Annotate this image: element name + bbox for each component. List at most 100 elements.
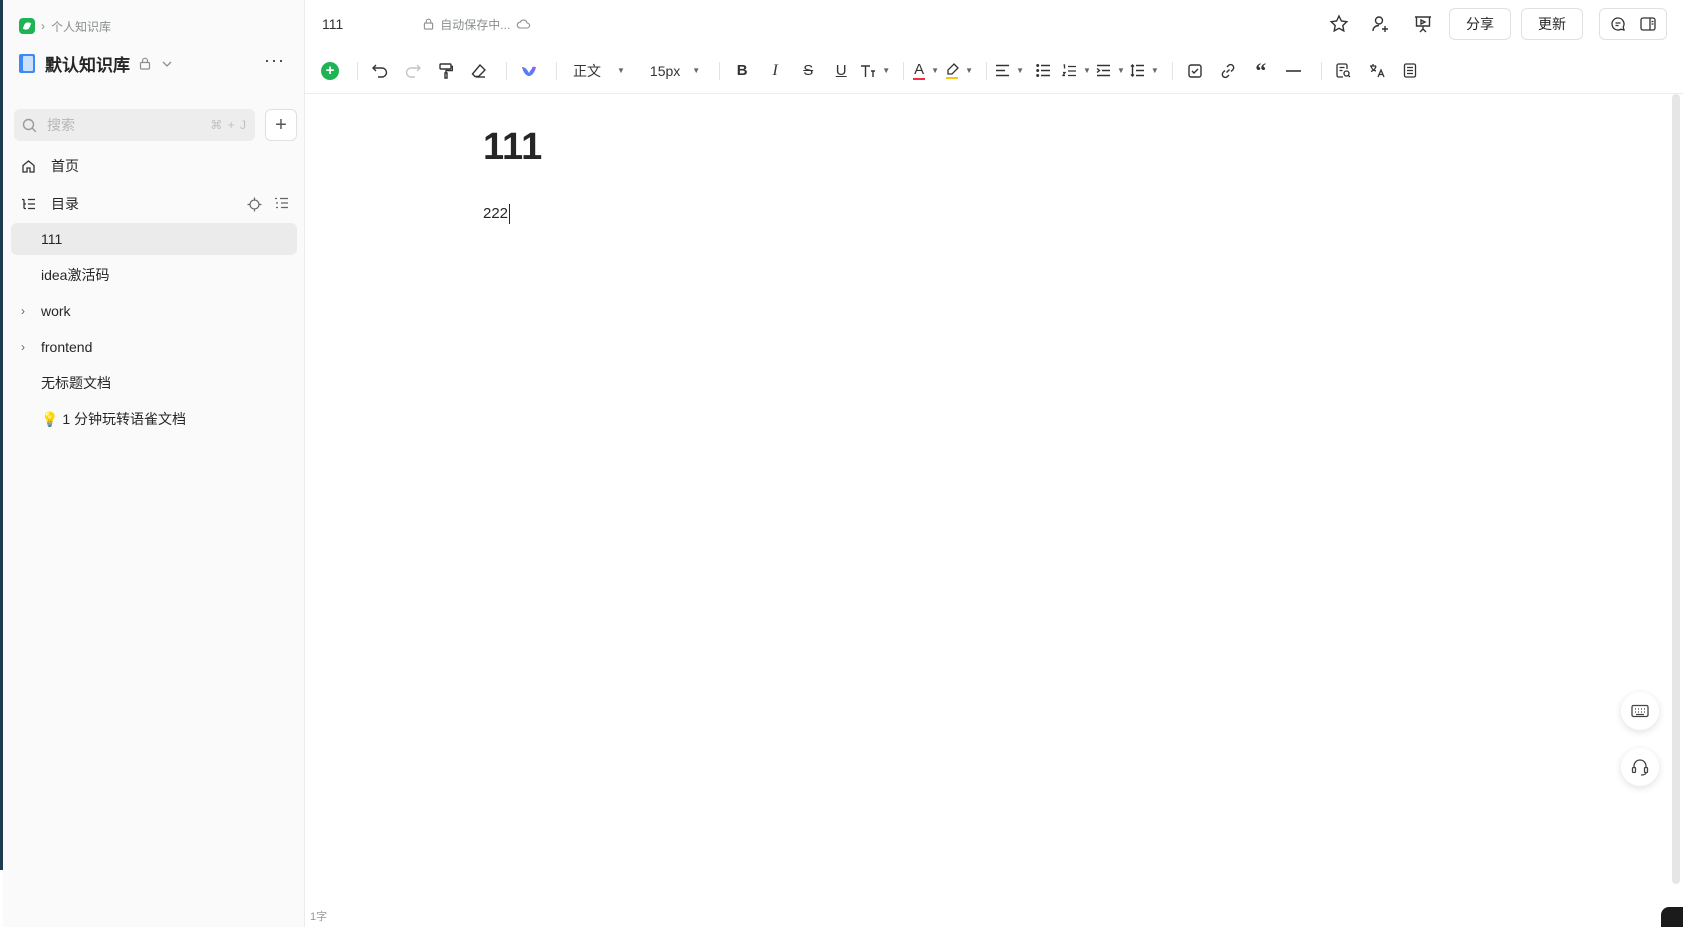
doc-item-label: idea激活码 bbox=[41, 267, 110, 283]
sidebar: › 个人知识库 默认知识库 ··· 搜索 ⌘ + J + 首页 目录 111 i… bbox=[3, 0, 305, 927]
undo-icon[interactable] bbox=[366, 57, 394, 85]
library-selector[interactable]: 默认知识库 ··· bbox=[19, 48, 297, 78]
text-style-icon bbox=[861, 64, 876, 77]
link-icon[interactable] bbox=[1214, 57, 1242, 85]
doc-item-label: 111 bbox=[41, 231, 63, 247]
italic-icon[interactable]: I bbox=[761, 57, 789, 85]
editor-scrollbar[interactable] bbox=[1672, 94, 1680, 884]
breadcrumb-library-link[interactable]: 个人知识库 bbox=[51, 18, 111, 35]
toolbar-divider bbox=[1320, 61, 1322, 80]
help-support-button[interactable] bbox=[1621, 748, 1659, 786]
doc-item-guide[interactable]: 💡 1 分钟玩转语雀文档 bbox=[11, 403, 297, 435]
font-color-icon: A bbox=[913, 60, 926, 80]
doc-header: 111 自动保存中... 分享 更新 bbox=[305, 0, 1683, 48]
more-options-icon[interactable]: ··· bbox=[264, 50, 285, 71]
text-cursor bbox=[509, 204, 511, 224]
ai-assistant-icon[interactable] bbox=[515, 57, 543, 85]
doc-item-label: frontend bbox=[41, 339, 93, 355]
star-icon[interactable] bbox=[1323, 8, 1355, 40]
keyboard-shortcuts-button[interactable] bbox=[1621, 692, 1659, 730]
book-icon bbox=[19, 53, 35, 73]
quote-icon[interactable]: “ bbox=[1247, 57, 1275, 85]
more-text-format-button[interactable]: ▼ bbox=[860, 57, 890, 85]
doc-body[interactable]: 222 bbox=[483, 204, 511, 224]
toc-icon bbox=[19, 198, 37, 211]
keyboard-icon bbox=[1631, 704, 1649, 718]
font-size-select[interactable]: 15px ▼ bbox=[644, 57, 706, 85]
nav-toc-label: 目录 bbox=[51, 196, 79, 212]
lock-icon bbox=[138, 56, 152, 70]
nav-home[interactable]: 首页 bbox=[19, 150, 297, 182]
editor-toolbar: + 正文 ▼ 15px ▼ B I S U ▼ A ▼ ▼ ▼ ▼ ▼ ▼ “ bbox=[305, 48, 1683, 94]
document-outline-icon[interactable] bbox=[1396, 57, 1424, 85]
share-button[interactable]: 分享 bbox=[1449, 8, 1511, 40]
checkbox-icon[interactable] bbox=[1181, 57, 1209, 85]
nav-toc[interactable]: 目录 bbox=[19, 188, 297, 220]
caret-down-icon: ▼ bbox=[965, 66, 974, 75]
nav-home-label: 首页 bbox=[51, 158, 79, 174]
caret-down-icon: ▼ bbox=[1150, 66, 1159, 75]
update-button[interactable]: 更新 bbox=[1521, 8, 1583, 40]
doc-item-frontend[interactable]: › frontend bbox=[11, 331, 297, 363]
doc-title[interactable]: 111 bbox=[483, 126, 542, 169]
insert-button[interactable]: + bbox=[316, 57, 344, 85]
chevron-right-icon[interactable]: › bbox=[11, 304, 35, 318]
doc-item-111[interactable]: 111 bbox=[11, 223, 297, 255]
save-status-text: 自动保存中... bbox=[440, 17, 511, 32]
editor-canvas[interactable]: 111 222 bbox=[305, 94, 1671, 927]
lock-icon bbox=[424, 18, 434, 30]
font-color-button[interactable]: A ▼ bbox=[912, 57, 940, 85]
line-spacing-icon bbox=[1130, 64, 1144, 77]
comment-icon[interactable] bbox=[1604, 10, 1632, 38]
doc-body-text[interactable]: 222 bbox=[483, 205, 508, 222]
redo-icon[interactable] bbox=[399, 57, 427, 85]
cloud-icon bbox=[517, 19, 531, 29]
chevron-down-icon[interactable] bbox=[162, 56, 172, 70]
doc-item-label: 无标题文档 bbox=[41, 375, 111, 391]
search-input[interactable]: 搜索 ⌘ + J bbox=[14, 109, 255, 141]
search-shortcut: ⌘ + J bbox=[210, 118, 247, 132]
caret-down-icon: ▼ bbox=[1083, 66, 1091, 75]
sidebar-toggle-icon[interactable] bbox=[1634, 10, 1662, 38]
add-collaborator-icon[interactable] bbox=[1365, 8, 1397, 40]
highlight-button[interactable]: ▼ bbox=[945, 57, 973, 85]
strikethrough-icon[interactable]: S bbox=[794, 57, 822, 85]
caret-down-icon: ▼ bbox=[617, 66, 625, 75]
headset-icon bbox=[1631, 759, 1649, 776]
clear-format-icon[interactable] bbox=[465, 57, 493, 85]
plus-icon: + bbox=[275, 113, 287, 136]
font-size-value: 15px bbox=[649, 62, 681, 79]
locate-icon[interactable] bbox=[247, 197, 262, 212]
plus-circle-icon: + bbox=[321, 61, 339, 80]
doc-item-untitled[interactable]: 无标题文档 bbox=[11, 367, 297, 399]
align-button[interactable]: ▼ bbox=[995, 57, 1024, 85]
indent-button[interactable]: ▼ bbox=[1096, 57, 1125, 85]
chevron-right-icon[interactable]: › bbox=[11, 340, 35, 354]
doc-header-title: 111 bbox=[322, 16, 344, 32]
find-replace-icon[interactable] bbox=[1330, 57, 1358, 85]
word-count: 1字 bbox=[310, 911, 328, 923]
format-painter-icon[interactable] bbox=[432, 57, 460, 85]
caret-down-icon: ▼ bbox=[1116, 66, 1125, 75]
underline-icon[interactable]: U bbox=[827, 57, 855, 85]
add-button[interactable]: + bbox=[265, 109, 297, 141]
bullet-list-icon[interactable] bbox=[1029, 57, 1057, 85]
window-corner bbox=[1661, 907, 1683, 927]
paragraph-style-select[interactable]: 正文 ▼ bbox=[565, 57, 633, 85]
translate-icon[interactable] bbox=[1363, 57, 1391, 85]
toolbar-divider bbox=[506, 61, 507, 80]
bold-icon[interactable]: B bbox=[728, 57, 756, 85]
caret-down-icon: ▼ bbox=[692, 66, 701, 75]
ordered-list-button[interactable]: ▼ bbox=[1062, 57, 1091, 85]
doc-item-idea[interactable]: idea激活码 bbox=[11, 259, 297, 291]
doc-item-work[interactable]: › work bbox=[11, 295, 297, 327]
list-view-icon[interactable] bbox=[274, 197, 289, 210]
save-status: 自动保存中... bbox=[423, 16, 531, 33]
highlight-icon bbox=[945, 62, 960, 79]
library-name[interactable]: 默认知识库 bbox=[45, 51, 130, 76]
presentation-icon[interactable] bbox=[1407, 8, 1439, 40]
yuque-logo-icon[interactable] bbox=[19, 18, 35, 34]
chevron-right-icon: › bbox=[41, 19, 45, 33]
horizontal-rule-icon[interactable] bbox=[1280, 57, 1308, 85]
line-spacing-button[interactable]: ▼ bbox=[1130, 57, 1159, 85]
